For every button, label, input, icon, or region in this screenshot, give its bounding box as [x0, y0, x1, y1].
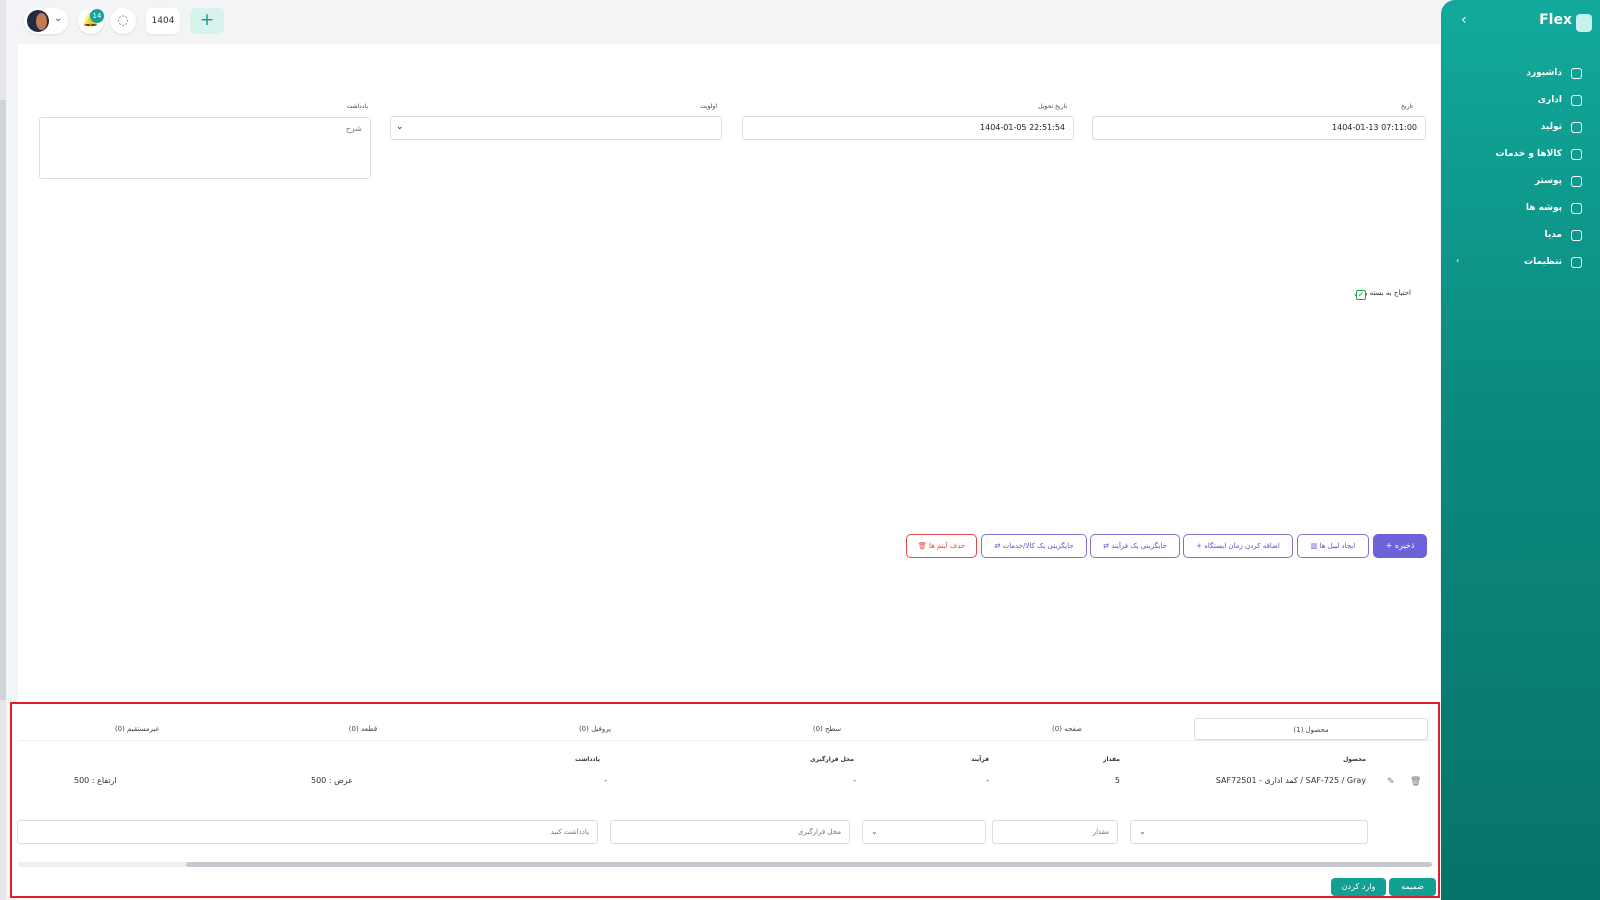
delete-items-label: حذف آیتم ها [928, 542, 966, 550]
sidebar-item-dashboard[interactable]: داشبورد [1456, 64, 1586, 86]
create-labels-label: ایجاد لیبل ها [1319, 542, 1356, 550]
packaging-checkbox[interactable]: ✓ [1356, 290, 1366, 300]
cell-width: عرض : 500 [311, 776, 353, 785]
process-select[interactable]: ⌄ [862, 820, 986, 844]
delete-items-button[interactable]: 🗑 حذف آیتم ها [906, 534, 977, 558]
add-station-time-button[interactable]: + اضافه کردن زمان ایستگاه [1183, 534, 1293, 558]
box-icon [1571, 149, 1582, 160]
chevron-down-icon: ⌄ [1139, 827, 1146, 836]
header-quantity: مقدار [1102, 756, 1120, 763]
tab-profile[interactable]: پروفیل (0) [478, 718, 712, 740]
header-process: فرآیند [971, 756, 989, 763]
chat-icon[interactable]: ◌ [110, 8, 136, 34]
sidebar-item-label: مدیا [1544, 230, 1562, 240]
cell-placement: - [853, 776, 856, 785]
sidebar-item-label: کالاها و خدمات [1495, 149, 1562, 159]
cell-process: - [986, 776, 989, 785]
date-field[interactable]: 1404-01-13 07:11:00 [1092, 116, 1426, 140]
add-station-time-label: اضافه کردن زمان ایستگاه [1204, 542, 1280, 550]
header-product: محصول [1343, 756, 1366, 763]
trash-icon[interactable]: 🗑 [1410, 777, 1421, 787]
replace-goods-label: جایگزینی یک کالا/خدمات [1002, 542, 1074, 550]
sidebar: ‹ Flex داشبورد اداری تولید کالاها و خدما… [1441, 0, 1600, 900]
chevron-down-icon: ⌄ [396, 122, 404, 132]
replace-process-button[interactable]: ⇄ جایگزینی یک فرآیند [1090, 534, 1180, 558]
quantity-input[interactable]: مقدار [992, 820, 1118, 844]
gear-icon [1571, 257, 1582, 268]
header-note: یادداشت [575, 756, 600, 763]
scrollbar-thumb[interactable] [186, 862, 1432, 867]
media-icon [1571, 230, 1582, 241]
sidebar-item-office[interactable]: اداری [1456, 91, 1586, 113]
tab-surface[interactable]: سطح (0) [710, 718, 944, 740]
note-textarea[interactable]: شرح [39, 117, 371, 179]
sidebar-item-label: تنظیمات [1524, 257, 1562, 267]
horizontal-scrollbar[interactable] [18, 862, 1432, 867]
sidebar-item-folders[interactable]: پوشه ها [1456, 199, 1586, 221]
avatar [27, 10, 49, 32]
cell-quantity: 5 [1114, 776, 1120, 785]
sidebar-item-label: پوستر [1534, 176, 1562, 186]
user-menu[interactable]: ⌄ [24, 8, 68, 34]
edit-icon[interactable]: ✎ [1387, 777, 1395, 787]
home-icon [1571, 68, 1582, 79]
sidebar-item-label: اداری [1537, 95, 1562, 105]
folder-icon [1571, 203, 1582, 214]
image-icon [1571, 176, 1582, 187]
year-button[interactable]: 1404 [146, 8, 180, 34]
divider [18, 740, 1432, 741]
items-panel: محصول (1) صفحه (0) سطح (0) پروفیل (0) قط… [10, 702, 1440, 900]
save-button[interactable]: + ذخیره [1373, 534, 1427, 558]
sidebar-item-poster[interactable]: پوستر [1456, 172, 1586, 194]
note-input[interactable]: یادداشت کنید [17, 820, 598, 844]
header-placement: محل قرارگیری [810, 756, 854, 763]
note-label: یادداشت [346, 103, 368, 110]
briefcase-icon [1571, 95, 1582, 106]
attach-button[interactable]: ضمیمه [1389, 878, 1436, 896]
priority-select[interactable]: ⌄ [390, 116, 722, 140]
sidebar-item-goods-services[interactable]: کالاها و خدمات [1456, 145, 1586, 167]
sidebar-item-production[interactable]: تولید [1456, 118, 1586, 140]
sidebar-item-label: تولید [1540, 122, 1562, 132]
chevron-left-icon: ‹ [1456, 256, 1460, 265]
tab-part[interactable]: قطعه (0) [246, 718, 480, 740]
brand-icon [1576, 14, 1592, 32]
product-select[interactable]: ⌄ [1130, 820, 1368, 844]
sidebar-item-label: داشبورد [1526, 68, 1562, 78]
brand-logo-text: Flex [1539, 12, 1572, 28]
left-scrollbar[interactable] [0, 0, 6, 900]
priority-label: اولویت [699, 103, 717, 110]
chevron-left-icon[interactable]: ‹ [1461, 12, 1467, 28]
tab-product[interactable]: محصول (1) [1194, 718, 1428, 740]
placement-input[interactable]: محل قرارگیری [610, 820, 850, 844]
cell-height: ارتفاع : 500 [74, 776, 117, 785]
delivery-date-field[interactable]: 1404-01-05 22:51:54 [742, 116, 1074, 140]
tab-indirect[interactable]: غیرمستقیم (0) [20, 718, 254, 740]
left-scrollbar-thumb[interactable] [0, 100, 6, 700]
add-button[interactable]: + [190, 8, 224, 34]
delivery-date-label: تاریخ تحویل [1038, 103, 1067, 110]
top-bar: ⌄ 🔔 14 ◌ 1404 + [18, 0, 1440, 44]
create-labels-button[interactable]: ▥ ایجاد لیبل ها [1297, 534, 1369, 558]
enter-button[interactable]: وارد کردن [1331, 878, 1386, 896]
save-label: ذخیره [1394, 541, 1415, 550]
chevron-down-icon: ⌄ [54, 13, 63, 24]
sidebar-item-settings[interactable]: ‹ تنظیمات [1456, 253, 1586, 275]
tab-sheet[interactable]: صفحه (0) [950, 718, 1184, 740]
notification-badge: 14 [90, 9, 104, 23]
replace-process-label: جایگزینی یک فرآیند [1111, 542, 1167, 550]
chevron-down-icon: ⌄ [871, 827, 878, 836]
factory-icon [1571, 122, 1582, 133]
cell-note: - [604, 776, 607, 785]
sidebar-item-media[interactable]: مدیا [1456, 226, 1586, 248]
replace-goods-button[interactable]: ⇄ جایگزینی یک کالا/خدمات [981, 534, 1087, 558]
cell-product: SAF72501 - کمد اداری / SAF-725 / Gray [1215, 776, 1366, 785]
main-panel: تاریخ 1404-01-13 07:11:00 تاریخ تحویل 14… [18, 44, 1440, 702]
sidebar-item-label: پوشه ها [1525, 203, 1562, 213]
date-label: تاریخ [1401, 103, 1413, 110]
